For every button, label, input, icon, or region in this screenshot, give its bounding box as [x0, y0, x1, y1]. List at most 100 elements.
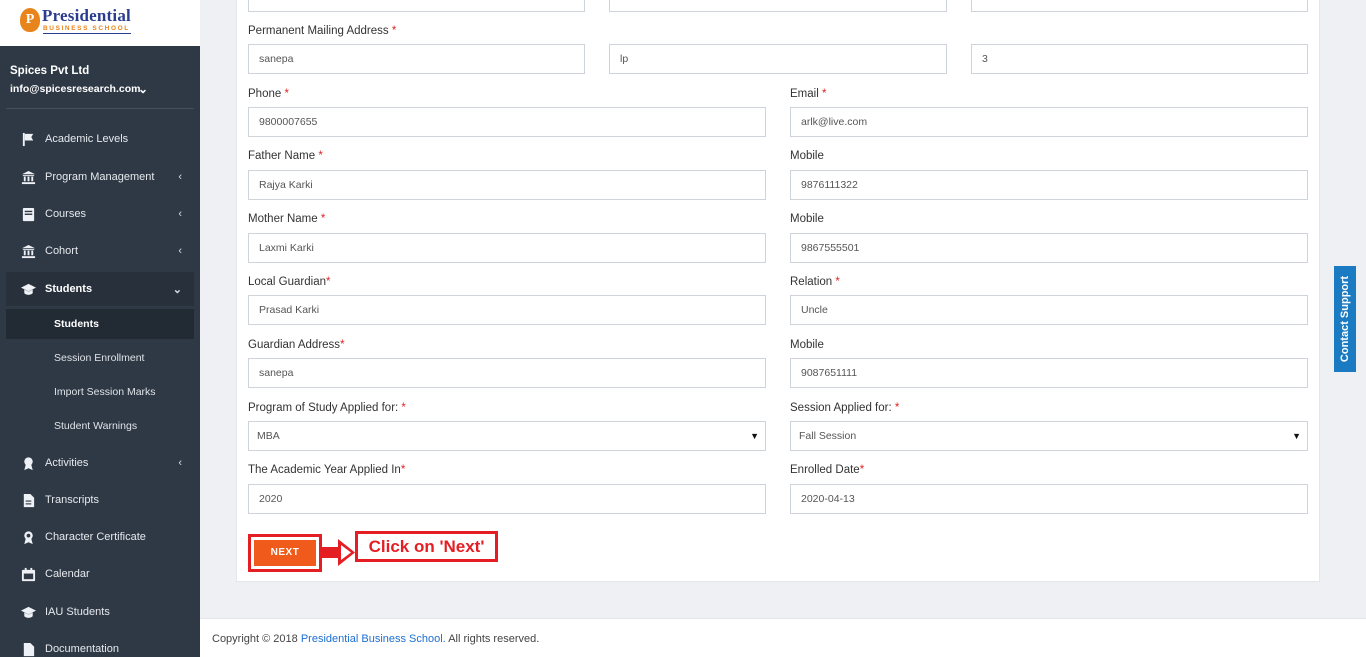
program-select-value: MBA [257, 430, 280, 442]
institution-icon [20, 169, 36, 185]
permanent-address-street-input[interactable]: sanepa [248, 44, 585, 74]
phone-label: Phone * [248, 88, 289, 100]
logo-subtitle: BUSINESS SCHOOL [43, 25, 130, 32]
copyright-suffix: All rights reserved. [445, 633, 540, 645]
sidebar-item-label: Courses [45, 208, 86, 220]
logo[interactable]: P Presidential BUSINESS SCHOOL [0, 0, 200, 46]
previous-field[interactable] [971, 0, 1308, 12]
previous-field[interactable] [609, 0, 947, 12]
mother-name-input[interactable]: Laxmi Karki [248, 233, 766, 263]
father-mobile-label: Mobile [790, 150, 824, 162]
calendar-icon [20, 566, 36, 582]
next-button-highlight: NEXT [248, 534, 322, 572]
sidebar-item-label: Documentation [45, 643, 119, 655]
sidebar-item-students[interactable]: Students ⌄ [6, 272, 194, 306]
caret-down-icon: ▼ [750, 431, 759, 441]
permanent-address-ward-input[interactable]: 3 [971, 44, 1308, 74]
sidebar-item-label: Cohort [45, 245, 79, 257]
sidebar-item-academic-levels[interactable]: Academic Levels [6, 122, 194, 156]
logo-underline [43, 33, 131, 34]
guardian-mobile-input[interactable]: 9087651111 [790, 358, 1308, 388]
sidebar-item-iau-students[interactable]: IAU Students [6, 595, 194, 629]
org-name: Spices Pvt Ltd [10, 65, 90, 77]
sidebar-item-label: Program Management [45, 171, 155, 183]
sidebar-item-calendar[interactable]: Calendar [6, 557, 194, 591]
relation-label: Relation * [790, 276, 840, 288]
footer-spacer [200, 597, 1366, 618]
local-guardian-input[interactable]: Prasad Karki [248, 295, 766, 325]
sidebar-item-label: Character Certificate [45, 531, 146, 543]
guardian-address-input[interactable]: sanepa [248, 358, 766, 388]
sidebar-item-transcripts[interactable]: Transcripts [6, 483, 194, 517]
previous-field[interactable] [248, 0, 585, 12]
footer-school-link[interactable]: Presidential Business School. [301, 633, 446, 645]
logo-title: Presidential [42, 6, 131, 25]
session-label: Session Applied for: * [790, 402, 900, 414]
email-label: Email * [790, 88, 827, 100]
mother-mobile-input[interactable]: 9867555501 [790, 233, 1308, 263]
phone-input[interactable]: 9800007655 [248, 107, 766, 137]
program-select[interactable]: MBA ▼ [248, 421, 766, 451]
father-name-label: Father Name * [248, 150, 323, 162]
local-guardian-label: Local Guardian* [248, 276, 331, 288]
mother-mobile-label: Mobile [790, 213, 824, 225]
award-icon [20, 455, 36, 471]
enrolled-date-label: Enrolled Date* [790, 464, 865, 476]
permanent-address-city-input[interactable]: lp [609, 44, 947, 74]
file-icon [20, 492, 36, 508]
sidebar-item-cohort[interactable]: Cohort ‹ [6, 234, 194, 268]
logo-emblem: P [20, 8, 40, 32]
sidebar-divider [6, 108, 194, 109]
guardian-mobile-label: Mobile [790, 339, 824, 351]
chevron-left-icon: ‹ [178, 171, 182, 183]
graduation-cap-icon [20, 604, 36, 620]
sidebar-item-courses[interactable]: Courses ‹ [6, 197, 194, 231]
sidebar-item-character-certificate[interactable]: Character Certificate [6, 520, 194, 554]
next-button[interactable]: NEXT [254, 540, 316, 566]
sidebar-item-documentation[interactable]: Documentation [6, 632, 194, 657]
program-label: Program of Study Applied for: * [248, 402, 406, 414]
relation-input[interactable]: Uncle [790, 295, 1308, 325]
account-chevron-down-icon[interactable]: ⌄ [138, 82, 148, 96]
chevron-left-icon: ‹ [178, 245, 182, 257]
email-input[interactable]: arlk@live.com [790, 107, 1308, 137]
academic-year-input[interactable]: 2020 [248, 484, 766, 514]
sidebar-item-program-management[interactable]: Program Management ‹ [6, 160, 194, 194]
sidebar-subitem-student-warnings[interactable]: Student Warnings [6, 411, 194, 441]
guardian-address-label: Guardian Address* [248, 339, 345, 351]
sidebar-item-label: Activities [45, 457, 89, 469]
sidebar-item-label: Students [45, 283, 93, 295]
document-icon [20, 641, 36, 657]
chevron-left-icon: ‹ [178, 208, 182, 220]
academic-year-label: The Academic Year Applied In* [248, 464, 406, 476]
sidebar-subitem-session-enrollment[interactable]: Session Enrollment [6, 343, 194, 373]
father-name-input[interactable]: Rajya Karki [248, 170, 766, 200]
footer: Copyright © 2018 Presidential Business S… [200, 618, 1366, 657]
session-select-value: Fall Session [799, 430, 857, 442]
main-content: Permanent Mailing Address * sanepa lp 3 … [200, 0, 1366, 657]
enrolled-date-input[interactable]: 2020-04-13 [790, 484, 1308, 514]
chevron-down-icon: ⌄ [172, 283, 182, 296]
graduation-cap-icon [20, 281, 36, 297]
caret-down-icon: ▼ [1292, 431, 1301, 441]
mother-name-label: Mother Name * [248, 213, 326, 225]
annotation-arrow-icon [322, 539, 355, 566]
permanent-address-label: Permanent Mailing Address * [248, 25, 397, 37]
session-select[interactable]: Fall Session ▼ [790, 421, 1308, 451]
sidebar-subitem-import-session-marks[interactable]: Import Session Marks [6, 377, 194, 407]
sidebar-item-label: Academic Levels [45, 133, 129, 145]
sidebar: P Presidential BUSINESS SCHOOL Spices Pv… [0, 0, 200, 657]
sidebar-item-label: Calendar [45, 568, 90, 580]
institution-icon [20, 243, 36, 259]
contact-support-label: Contact Support [1339, 275, 1352, 363]
copyright-text: Copyright © 2018 [212, 633, 301, 645]
sidebar-item-label: IAU Students [45, 606, 110, 618]
account-email[interactable]: info@spicesresearch.com [10, 83, 140, 95]
book-icon [20, 206, 36, 222]
sidebar-item-activities[interactable]: Activities ‹ [6, 446, 194, 480]
flag-icon [20, 131, 36, 147]
father-mobile-input[interactable]: 9876111322 [790, 170, 1308, 200]
contact-support-tab[interactable]: Contact Support [1334, 266, 1356, 372]
sidebar-subitem-students[interactable]: Students [6, 309, 194, 339]
certificate-icon [20, 529, 36, 545]
